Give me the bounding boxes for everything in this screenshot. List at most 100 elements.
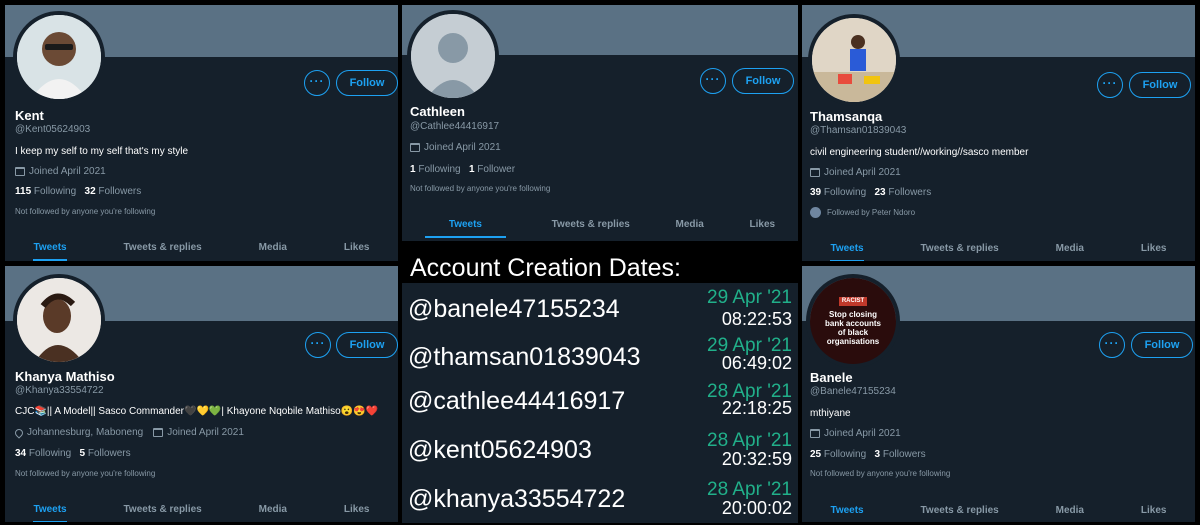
creation-row: @khanya33554722 28 Apr '21 20:00:02	[402, 479, 798, 523]
more-options-button[interactable]: ···	[700, 68, 726, 94]
row-handle: @cathlee44416917	[408, 387, 626, 415]
tab-likes[interactable]: Likes	[1141, 243, 1167, 261]
calendar-icon	[810, 168, 820, 177]
profile-tabs: Tweets Tweets & replies Media Likes	[402, 219, 798, 238]
tab-tweets-replies[interactable]: Tweets & replies	[124, 242, 202, 261]
more-options-button[interactable]: ···	[1097, 72, 1123, 98]
joined-date: Joined April 2021	[410, 142, 501, 153]
account-creation-dates-panel: Account Creation Dates: @banele47155234 …	[402, 253, 798, 523]
tab-tweets[interactable]: Tweets	[424, 219, 506, 238]
row-handle: @thamsan01839043	[408, 343, 641, 371]
followers-link[interactable]: 1 Follower	[469, 164, 515, 175]
row-date: 29 Apr '21	[707, 287, 792, 308]
following-link[interactable]: 25 Following	[810, 449, 866, 460]
profile-name: Thamsanqa	[810, 109, 883, 124]
row-time: 20:32:59	[721, 449, 792, 469]
follow-button[interactable]: Follow	[336, 332, 398, 358]
followers-link[interactable]: 23 Followers	[875, 187, 932, 198]
joined-date: Joined April 2021	[15, 166, 106, 177]
tab-likes[interactable]: Likes	[1141, 505, 1167, 522]
row-time: 06:49:02	[721, 353, 792, 373]
profile-tabs: Tweets Tweets & replies Media Likes	[802, 505, 1195, 522]
tab-media[interactable]: Media	[1056, 243, 1084, 261]
tab-tweets-replies[interactable]: Tweets & replies	[921, 505, 999, 522]
joined-date: Joined April 2021	[810, 167, 901, 178]
follow-note: Not followed by anyone you're following	[15, 469, 156, 478]
default-avatar-icon[interactable]	[407, 10, 499, 102]
more-options-button[interactable]: ···	[305, 332, 331, 358]
profile-card-khanya: ··· Follow Khanya Mathiso @Khanya3355472…	[5, 266, 398, 522]
following-link[interactable]: 34 Following	[15, 448, 71, 459]
profile-tabs: Tweets Tweets & replies Media Likes	[5, 504, 398, 522]
tab-tweets-replies[interactable]: Tweets & replies	[124, 504, 202, 522]
location-pin-icon	[13, 426, 25, 439]
tab-tweets[interactable]: Tweets	[830, 243, 864, 261]
calendar-icon	[15, 167, 25, 176]
row-handle: @banele47155234	[408, 295, 620, 323]
calendar-icon	[153, 428, 164, 437]
tab-tweets[interactable]: Tweets	[830, 505, 863, 522]
tab-likes[interactable]: Likes	[344, 242, 370, 261]
follow-note: Not followed by anyone you're following	[410, 184, 551, 193]
following-link[interactable]: 39 Following	[810, 187, 866, 198]
racist-banner-text: RACIST	[838, 296, 868, 306]
row-handle: @kent05624903	[408, 436, 592, 464]
profile-meta: Johannesburg, Maboneng Joined April 2021	[13, 426, 244, 439]
follow-button[interactable]: Follow	[732, 68, 794, 94]
follow-button[interactable]: Follow	[1129, 72, 1191, 98]
avatar[interactable]	[808, 14, 900, 106]
profile-handle: @Thamsan01839043	[810, 125, 907, 136]
panel-title: Account Creation Dates:	[402, 253, 798, 283]
follow-button[interactable]: Follow	[336, 70, 398, 96]
follow-button[interactable]: Follow	[1131, 332, 1193, 358]
more-options-button[interactable]: ···	[1099, 332, 1125, 358]
profile-name: Kent	[15, 108, 44, 123]
tab-likes[interactable]: Likes	[750, 219, 776, 238]
more-options-button[interactable]: ···	[304, 70, 330, 96]
tab-likes[interactable]: Likes	[344, 504, 370, 522]
followers-link[interactable]: 3 Followers	[875, 449, 926, 460]
avatar[interactable]	[13, 274, 105, 366]
creation-row: @kent05624903 28 Apr '21 20:32:59	[402, 430, 798, 476]
profile-card-banele: RACIST Stop closing bank accounts of bla…	[802, 266, 1195, 522]
avatar[interactable]: RACIST Stop closing bank accounts of bla…	[806, 274, 900, 368]
tab-media[interactable]: Media	[1056, 505, 1084, 522]
avatar[interactable]	[13, 11, 105, 103]
tab-media[interactable]: Media	[676, 219, 704, 238]
tab-tweets[interactable]: Tweets	[33, 504, 67, 522]
follow-note: Not followed by anyone you're following	[15, 207, 156, 216]
creation-row: @cathlee44416917 28 Apr '21 22:18:25	[402, 381, 798, 427]
follow-stats: 39 Following 23 Followers	[810, 187, 931, 198]
row-time: 22:18:25	[721, 398, 792, 418]
row-time: 20:00:02	[721, 498, 792, 518]
following-link[interactable]: 1 Following	[410, 164, 461, 175]
profile-name: Banele	[810, 370, 853, 385]
tab-tweets-replies[interactable]: Tweets & replies	[552, 219, 630, 238]
followers-link[interactable]: 5 Followers	[80, 448, 131, 459]
tab-tweets[interactable]: Tweets	[33, 242, 67, 261]
tab-media[interactable]: Media	[259, 242, 287, 261]
profile-name: Khanya Mathiso	[15, 369, 115, 384]
following-link[interactable]: 115 Following	[15, 186, 76, 197]
profile-handle: @Cathlee44416917	[410, 121, 500, 132]
profile-tabs: Tweets Tweets & replies Media Likes	[802, 243, 1195, 261]
follow-stats: 115 Following 32 Followers	[15, 186, 141, 197]
profile-bio: civil engineering student//working//sasc…	[810, 147, 1029, 158]
tab-media[interactable]: Media	[259, 504, 287, 522]
follow-note: Not followed by anyone you're following	[810, 469, 951, 478]
profile-bio: mthiyane	[810, 408, 851, 419]
tab-tweets-replies[interactable]: Tweets & replies	[921, 243, 999, 261]
profile-handle: @Banele47155234	[810, 386, 896, 397]
profile-card-kent: ··· Follow Kent @Kent05624903 I keep my …	[5, 5, 398, 261]
profile-handle: @Kent05624903	[15, 124, 91, 135]
follow-note: Followed by Peter Ndoro	[810, 207, 915, 218]
followers-link[interactable]: 32 Followers	[85, 186, 142, 197]
joined-date: Joined April 2021	[167, 427, 244, 438]
joined-date: Joined April 2021	[810, 428, 901, 439]
profile-card-thamsanqa: ··· Follow Thamsanqa @Thamsan01839043 ci…	[802, 5, 1195, 261]
creation-row: @thamsan01839043 29 Apr '21 06:49:02	[402, 335, 798, 381]
profile-card-cathleen: ··· Follow Cathleen @Cathlee44416917 Joi…	[402, 5, 798, 241]
profile-bio: CJC📚|| A Model|| Sasco Commander🖤💛💚| Kha…	[15, 406, 379, 417]
profile-bio: I keep my self to my self that's my styl…	[15, 146, 189, 157]
follow-stats: 25 Following 3 Followers	[810, 449, 926, 460]
